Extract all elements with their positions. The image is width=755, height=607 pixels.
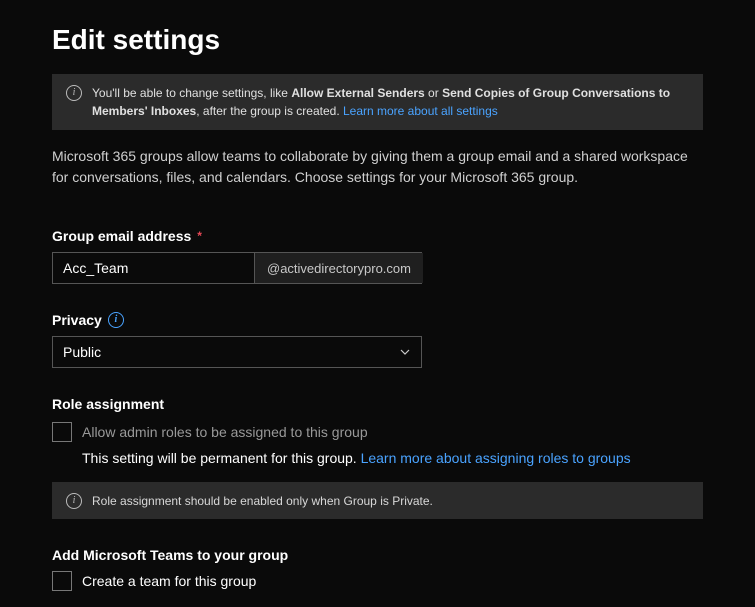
role-learn-more-link[interactable]: Learn more about assigning roles to grou… <box>361 450 631 466</box>
role-assignment-heading: Role assignment <box>52 396 703 412</box>
teams-section: Add Microsoft Teams to your group Create… <box>52 547 703 591</box>
role-warning-banner: i Role assignment should be enabled only… <box>52 482 703 519</box>
privacy-section: Privacy i Public <box>52 312 703 368</box>
info-icon: i <box>66 84 82 102</box>
privacy-value: Public <box>63 344 101 360</box>
info-banner-link[interactable]: Learn more about all settings <box>343 104 498 118</box>
privacy-label: Privacy <box>52 312 102 328</box>
chevron-down-icon <box>399 346 411 358</box>
role-assignment-section: Role assignment Allow admin roles to be … <box>52 396 703 519</box>
info-icon[interactable]: i <box>108 312 124 328</box>
role-warning-text: Role assignment should be enabled only w… <box>92 494 433 508</box>
info-banner: i You'll be able to change settings, lik… <box>52 74 703 130</box>
required-indicator: * <box>197 229 202 243</box>
group-email-label: Group email address <box>52 228 191 244</box>
info-banner-text: You'll be able to change settings, like … <box>92 84 689 120</box>
teams-heading: Add Microsoft Teams to your group <box>52 547 703 563</box>
group-email-field: @activedirectorypro.com <box>52 252 422 284</box>
page-description: Microsoft 365 groups allow teams to coll… <box>52 146 703 188</box>
group-email-section: Group email address * @activedirectorypr… <box>52 228 703 284</box>
allow-admin-roles-checkbox[interactable] <box>52 422 72 442</box>
create-team-label: Create a team for this group <box>82 573 256 589</box>
page-title: Edit settings <box>52 24 703 56</box>
role-permanent-note: This setting will be permanent for this … <box>82 450 703 466</box>
privacy-select[interactable]: Public <box>52 336 422 368</box>
info-icon: i <box>66 492 82 509</box>
allow-admin-roles-label: Allow admin roles to be assigned to this… <box>82 424 368 440</box>
group-email-domain: @activedirectorypro.com <box>254 253 423 283</box>
group-email-input[interactable] <box>53 253 254 283</box>
create-team-checkbox[interactable] <box>52 571 72 591</box>
